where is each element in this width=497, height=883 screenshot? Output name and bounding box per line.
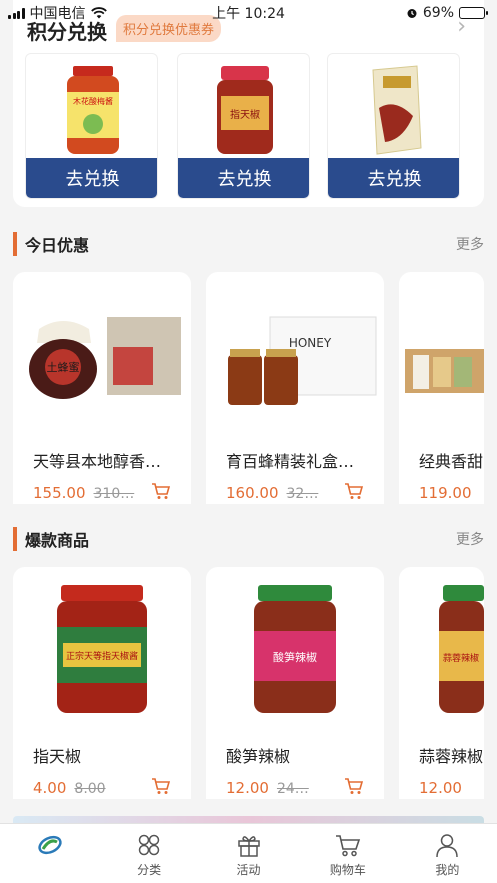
tab-profile[interactable]: 我的 [398, 824, 497, 883]
battery-percent: 69% [422, 5, 454, 21]
original-price: 24… [276, 781, 309, 797]
tab-cart[interactable]: 购物车 [298, 824, 397, 883]
cart-icon [335, 835, 361, 857]
product-image-label: 土蜂蜜 [47, 360, 80, 374]
gift-icon [237, 836, 260, 857]
exchange-button[interactable]: 去兑换 [178, 158, 309, 198]
tab-label: 购物车 [329, 863, 366, 877]
original-price: 8.00 [74, 781, 106, 797]
category-icon [138, 834, 160, 856]
product-name: 指天椒 [33, 747, 82, 766]
product-image-label: 指天椒 [230, 108, 260, 121]
tab-label: 活动 [236, 863, 261, 877]
product-name: 蒜蓉辣椒 [419, 747, 484, 766]
points-exchange-card: 积分兑换 积分兑换优惠券 › 木花酸梅酱 去兑换 指天椒 去兑换 去兑换 [13, 0, 484, 207]
tab-label: 我的 [435, 863, 460, 877]
product-price: 155.00 [33, 484, 86, 502]
section-accent-bar [13, 527, 17, 551]
product-price: 12.00 [226, 779, 269, 797]
home-logo-icon [38, 835, 62, 855]
product-image-label: 正宗天等指天椒酱 [66, 650, 138, 662]
product-image: 土蜂蜜 [13, 294, 191, 414]
product-image-label: 蒜蓉辣椒 [443, 652, 479, 664]
alarm-icon [407, 9, 417, 18]
product-card[interactable]: 土蜂蜜 天等县本地醇香… 155.00 310… [13, 272, 191, 504]
more-link[interactable]: 更多 [456, 234, 484, 254]
section-title: 今日优惠 [25, 236, 90, 255]
product-image: 正宗天等指天椒酱 [13, 581, 191, 717]
exchange-button[interactable]: 去兑换 [26, 158, 157, 198]
user-icon [436, 834, 459, 858]
today-section-header: 今日优惠 更多 [13, 232, 484, 256]
add-to-cart-icon[interactable] [151, 482, 171, 500]
tab-home[interactable] [0, 824, 99, 883]
product-image [328, 60, 459, 160]
signal-icon [8, 7, 25, 19]
original-price: 310… [93, 486, 135, 502]
product-card[interactable]: HONEY 育百蜂精装礼盒… 160.00 32… [206, 272, 384, 504]
status-bar: 中国电信 上午 10:24 69% [0, 0, 497, 26]
tab-category[interactable]: 分类 [99, 824, 198, 883]
product-name: 天等县本地醇香… [33, 452, 162, 471]
product-image: 指天椒 [178, 60, 309, 160]
product-card[interactable]: 酸笋辣椒 酸笋辣椒 12.00 24… [206, 567, 384, 799]
add-to-cart-icon[interactable] [151, 777, 171, 795]
product-image: 木花酸梅酱 [26, 60, 157, 160]
wifi-icon [90, 7, 107, 19]
original-price: 32… [286, 486, 319, 502]
tab-activity[interactable]: 活动 [199, 824, 298, 883]
product-image-label: HONEY [289, 336, 332, 350]
add-to-cart-icon[interactable] [344, 482, 364, 500]
exchange-item[interactable]: 木花酸梅酱 去兑换 [25, 53, 158, 199]
product-price: 12.00 [419, 779, 462, 797]
section-accent-bar [13, 232, 17, 256]
bottom-tab-bar: 分类 活动 购物车 我的 [0, 823, 497, 883]
product-image-label: 酸笋辣椒 [273, 650, 317, 664]
product-image: 蒜蓉辣椒 [399, 581, 484, 717]
add-to-cart-icon[interactable] [344, 777, 364, 795]
product-image: 酸笋辣椒 [206, 581, 384, 717]
product-image: HONEY [206, 294, 384, 414]
product-price: 160.00 [226, 484, 279, 502]
exchange-item[interactable]: 指天椒 去兑换 [177, 53, 310, 199]
exchange-item[interactable]: 去兑换 [327, 53, 460, 199]
product-card[interactable]: 正宗天等指天椒酱 指天椒 4.00 8.00 [13, 567, 191, 799]
tab-label: 分类 [137, 863, 162, 877]
status-time: 上午 10:24 [212, 6, 285, 22]
product-name: 经典香甜 [419, 452, 484, 471]
section-title: 爆款商品 [25, 531, 90, 550]
carrier-label: 中国电信 [29, 6, 86, 22]
product-price: 119.00 [419, 484, 472, 502]
product-name: 育百蜂精装礼盒… [226, 452, 355, 471]
product-card[interactable]: 蒜蓉辣椒 蒜蓉辣椒 12.00 [399, 567, 484, 799]
product-price: 4.00 [33, 779, 67, 797]
exchange-button[interactable]: 去兑换 [328, 158, 459, 198]
hot-section-header: 爆款商品 更多 [13, 527, 484, 551]
more-link[interactable]: 更多 [456, 529, 484, 549]
battery-icon [459, 7, 488, 19]
product-name: 酸笋辣椒 [226, 747, 291, 766]
product-image [399, 294, 484, 414]
product-image-label: 木花酸梅酱 [73, 96, 113, 106]
product-card[interactable]: 经典香甜 119.00 [399, 272, 484, 504]
